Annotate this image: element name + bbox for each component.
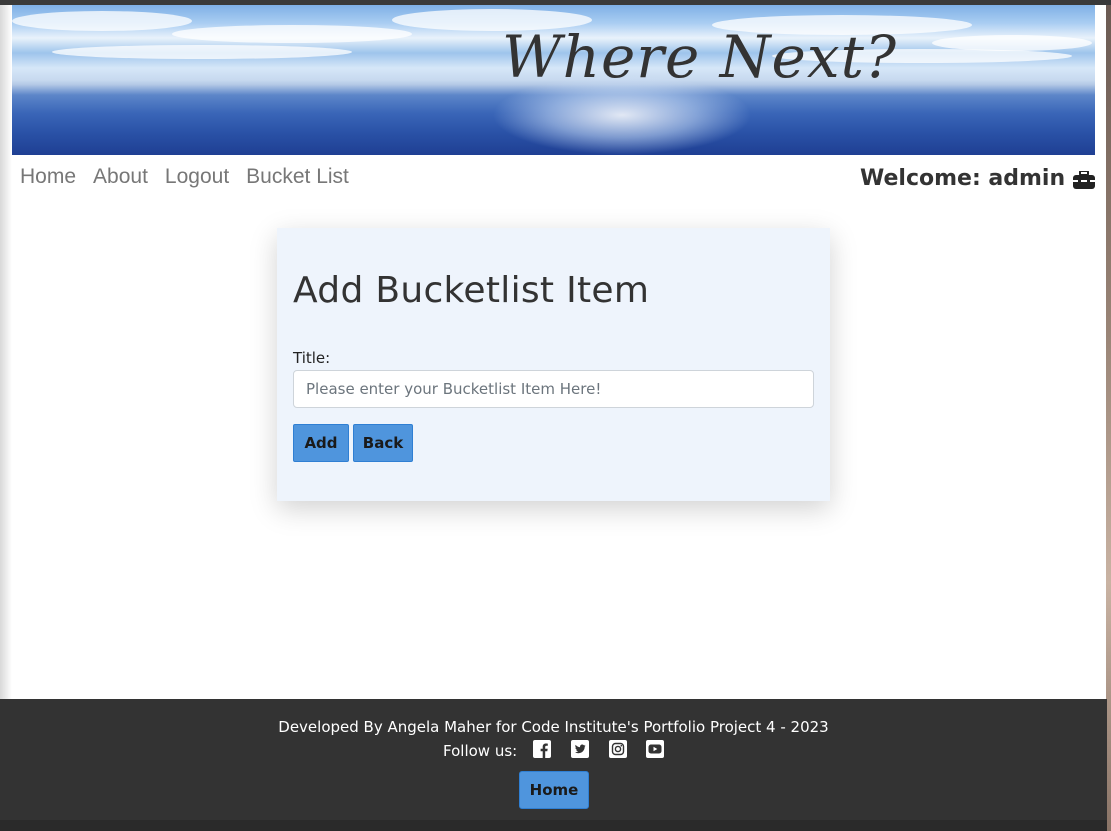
follow-us-label: Follow us: [443,742,518,760]
add-item-card: Add Bucketlist Item Title: Add Back [277,228,830,501]
footer: Developed By Angela Maher for Code Insti… [0,699,1107,820]
title-input[interactable] [293,370,814,408]
nav-link-logout[interactable]: Logout [165,165,229,189]
page-title: Add Bucketlist Item [293,270,650,311]
twitter-icon[interactable] [571,740,589,758]
banner-cloud [172,25,412,43]
site-title: Where Next? [502,23,897,91]
toolbox-icon[interactable] [1073,170,1095,189]
footer-credit: Developed By Angela Maher for Code Insti… [278,718,829,736]
title-label: Title: [293,349,331,367]
bottom-bar [0,820,1107,831]
banner-cloud [52,45,352,59]
facebook-icon[interactable] [533,740,551,758]
nav-link-bucket-list[interactable]: Bucket List [246,165,349,189]
add-button[interactable]: Add [293,424,349,462]
left-edge-shade [0,5,12,699]
header-banner: Where Next? [12,5,1095,155]
nav-link-home[interactable]: Home [20,165,76,189]
nav-link-about[interactable]: About [93,165,148,189]
youtube-icon[interactable] [646,740,664,758]
instagram-icon[interactable] [609,740,627,758]
banner-cloud [12,11,192,31]
main-nav: Home About Logout Bucket List [20,165,349,189]
welcome-text: Welcome: admin [860,166,1066,191]
back-button[interactable]: Back [353,424,413,462]
footer-home-button[interactable]: Home [519,771,589,809]
